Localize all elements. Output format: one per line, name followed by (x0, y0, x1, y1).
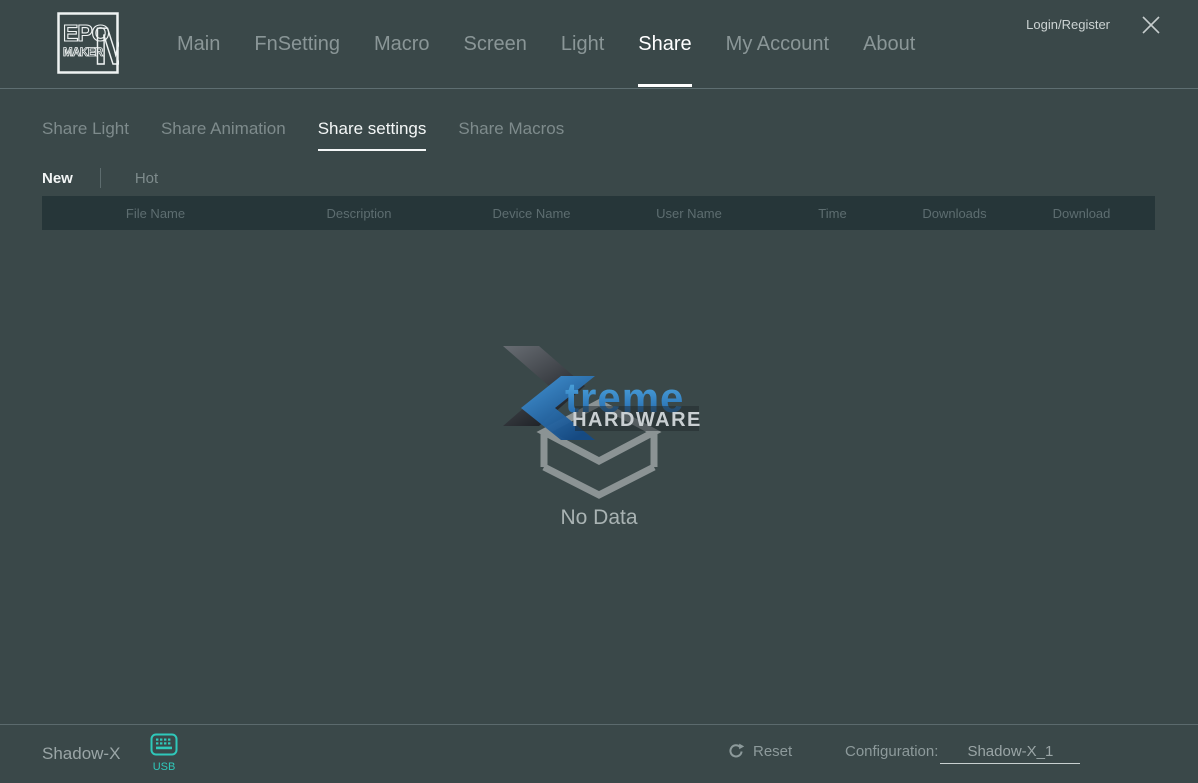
column-header-file-name: File Name (42, 206, 269, 221)
subtab-share-settings[interactable]: Share settings (318, 106, 427, 152)
main-nav: Main FnSetting Macro Screen Light Share … (177, 0, 915, 88)
column-header-download: Download (1008, 206, 1155, 221)
epomaker-driver-window: EPO MAKER M Main FnSetting Macro Screen … (0, 0, 1198, 782)
column-header-downloads: Downloads (901, 206, 1008, 221)
configuration-value[interactable]: Shadow-X_1 (940, 743, 1080, 764)
login-register-link[interactable]: Login/Register (1026, 17, 1110, 32)
epomaker-logo: EPO MAKER M (57, 12, 119, 74)
sort-filters: New Hot (42, 165, 158, 191)
empty-box-icon (535, 395, 665, 510)
nav-tab-about[interactable]: About (863, 0, 915, 88)
filter-new[interactable]: New (42, 170, 73, 187)
usb-connection-indicator[interactable]: USB (147, 733, 181, 773)
reset-icon (728, 743, 745, 760)
subtab-share-macros[interactable]: Share Macros (458, 106, 564, 152)
column-header-description: Description (269, 206, 449, 221)
device-name: Shadow-X (42, 744, 120, 764)
status-bar: Shadow-X USB Reset Configu (0, 724, 1198, 783)
filter-divider (100, 168, 101, 188)
keyboard-icon (150, 733, 178, 756)
subtab-share-light[interactable]: Share Light (42, 106, 129, 152)
top-bar: EPO MAKER M Main FnSetting Macro Screen … (0, 0, 1198, 89)
filter-hot[interactable]: Hot (135, 170, 158, 187)
nav-tab-my-account[interactable]: My Account (726, 0, 829, 88)
share-table-header: File Name Description Device Name User N… (42, 196, 1155, 230)
column-header-time: Time (764, 206, 901, 221)
column-header-device-name: Device Name (449, 206, 614, 221)
reset-label: Reset (753, 743, 792, 760)
share-subnav: Share Light Share Animation Share settin… (42, 106, 564, 152)
nav-tab-screen[interactable]: Screen (464, 0, 527, 88)
subtab-share-animation[interactable]: Share Animation (161, 106, 286, 152)
logo-text-m: M (94, 18, 119, 74)
nav-tab-fnsetting[interactable]: FnSetting (254, 0, 340, 88)
nav-tab-share[interactable]: Share (638, 0, 691, 88)
configuration-label: Configuration: (845, 743, 938, 760)
reset-button[interactable]: Reset (728, 743, 792, 760)
nav-tab-macro[interactable]: Macro (374, 0, 430, 88)
nav-tab-light[interactable]: Light (561, 0, 604, 88)
configuration-field: Configuration: Shadow-X_1 (845, 743, 1080, 764)
no-data-message: No Data (0, 506, 1198, 530)
close-icon[interactable] (1140, 14, 1162, 36)
nav-tab-main[interactable]: Main (177, 0, 220, 88)
epomaker-logo-icon: EPO MAKER M (57, 12, 119, 74)
usb-label: USB (147, 761, 181, 773)
column-header-user-name: User Name (614, 206, 764, 221)
